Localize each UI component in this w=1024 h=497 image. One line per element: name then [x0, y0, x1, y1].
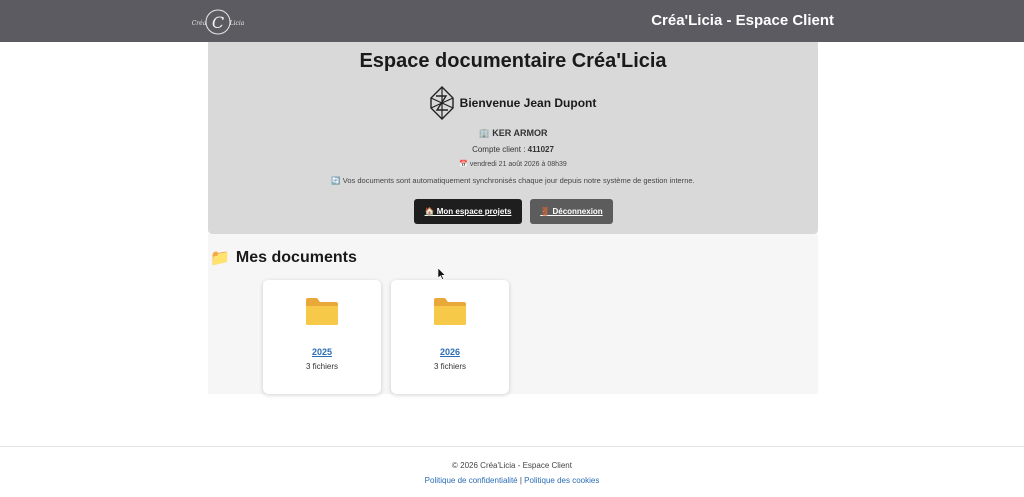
company-name: 🏢 KER ARMOR [478, 128, 548, 138]
folder-link-2026[interactable]: 2026 [391, 347, 509, 357]
brand-emblem-icon [429, 86, 454, 120]
logout-button[interactable]: 🚪 Déconnexion [530, 199, 613, 224]
folder-icon [263, 296, 381, 326]
copyright-text: © 2026 Créa'Licia - Espace Client [452, 461, 572, 470]
folder-card-2026[interactable]: 2026 3 fichiers [391, 280, 509, 394]
welcome-message: Bienvenue Jean Dupont [459, 96, 597, 110]
documents-heading: 📁 Mes documents [210, 249, 357, 267]
building-icon: 🏢 [478, 128, 490, 138]
svg-text:Licia: Licia [229, 20, 245, 27]
folder-link-2025[interactable]: 2025 [263, 347, 381, 357]
welcome-panel: Espace documentaire Créa'Licia Bienvenue… [208, 42, 818, 234]
svg-text:C: C [212, 13, 224, 32]
crealicia-logo[interactable]: C Créa Licia [190, 8, 246, 36]
folder-file-count: 3 fichiers [433, 362, 466, 371]
folder-card-2025[interactable]: 2025 3 fichiers [263, 280, 381, 394]
documents-section: 📁 Mes documents 2025 3 fichiers 2026 3 f… [208, 234, 818, 394]
app-title: Créa'Licia - Espace Client [651, 12, 834, 29]
page-title: Espace documentaire Créa'Licia [359, 50, 667, 72]
footer-links: Politique de confidentialité | Politique… [0, 476, 1024, 485]
folder-icon: 📁 [210, 250, 230, 267]
folder-file-count: 3 fichiers [305, 362, 338, 371]
calendar-icon: 📅 [459, 161, 468, 168]
link-separator: | [519, 476, 522, 485]
privacy-policy-link[interactable]: Politique de confidentialité [425, 476, 518, 485]
my-projects-button[interactable]: 🏠 Mon espace projets [414, 199, 522, 224]
account-number: 411027 [527, 145, 554, 154]
footer: © 2026 Créa'Licia - Espace Client Politi… [0, 446, 1024, 497]
cookie-policy-link[interactable]: Politique des cookies [524, 476, 599, 485]
current-date: 📅 vendredi 21 août 2026 à 08h39 [459, 161, 567, 168]
folder-icon [391, 296, 509, 326]
svg-text:Créa: Créa [192, 20, 207, 27]
mouse-cursor-icon [437, 267, 446, 285]
welcome-row: Bienvenue Jean Dupont [208, 86, 818, 120]
sync-notice: 🔄 Vos documents sont automatiquement syn… [331, 176, 695, 185]
sync-icon: 🔄 [331, 176, 341, 185]
account-info: Compte client : 411027 [472, 145, 554, 154]
top-bar: C Créa Licia Créa'Licia - Espace Client [0, 0, 1024, 42]
